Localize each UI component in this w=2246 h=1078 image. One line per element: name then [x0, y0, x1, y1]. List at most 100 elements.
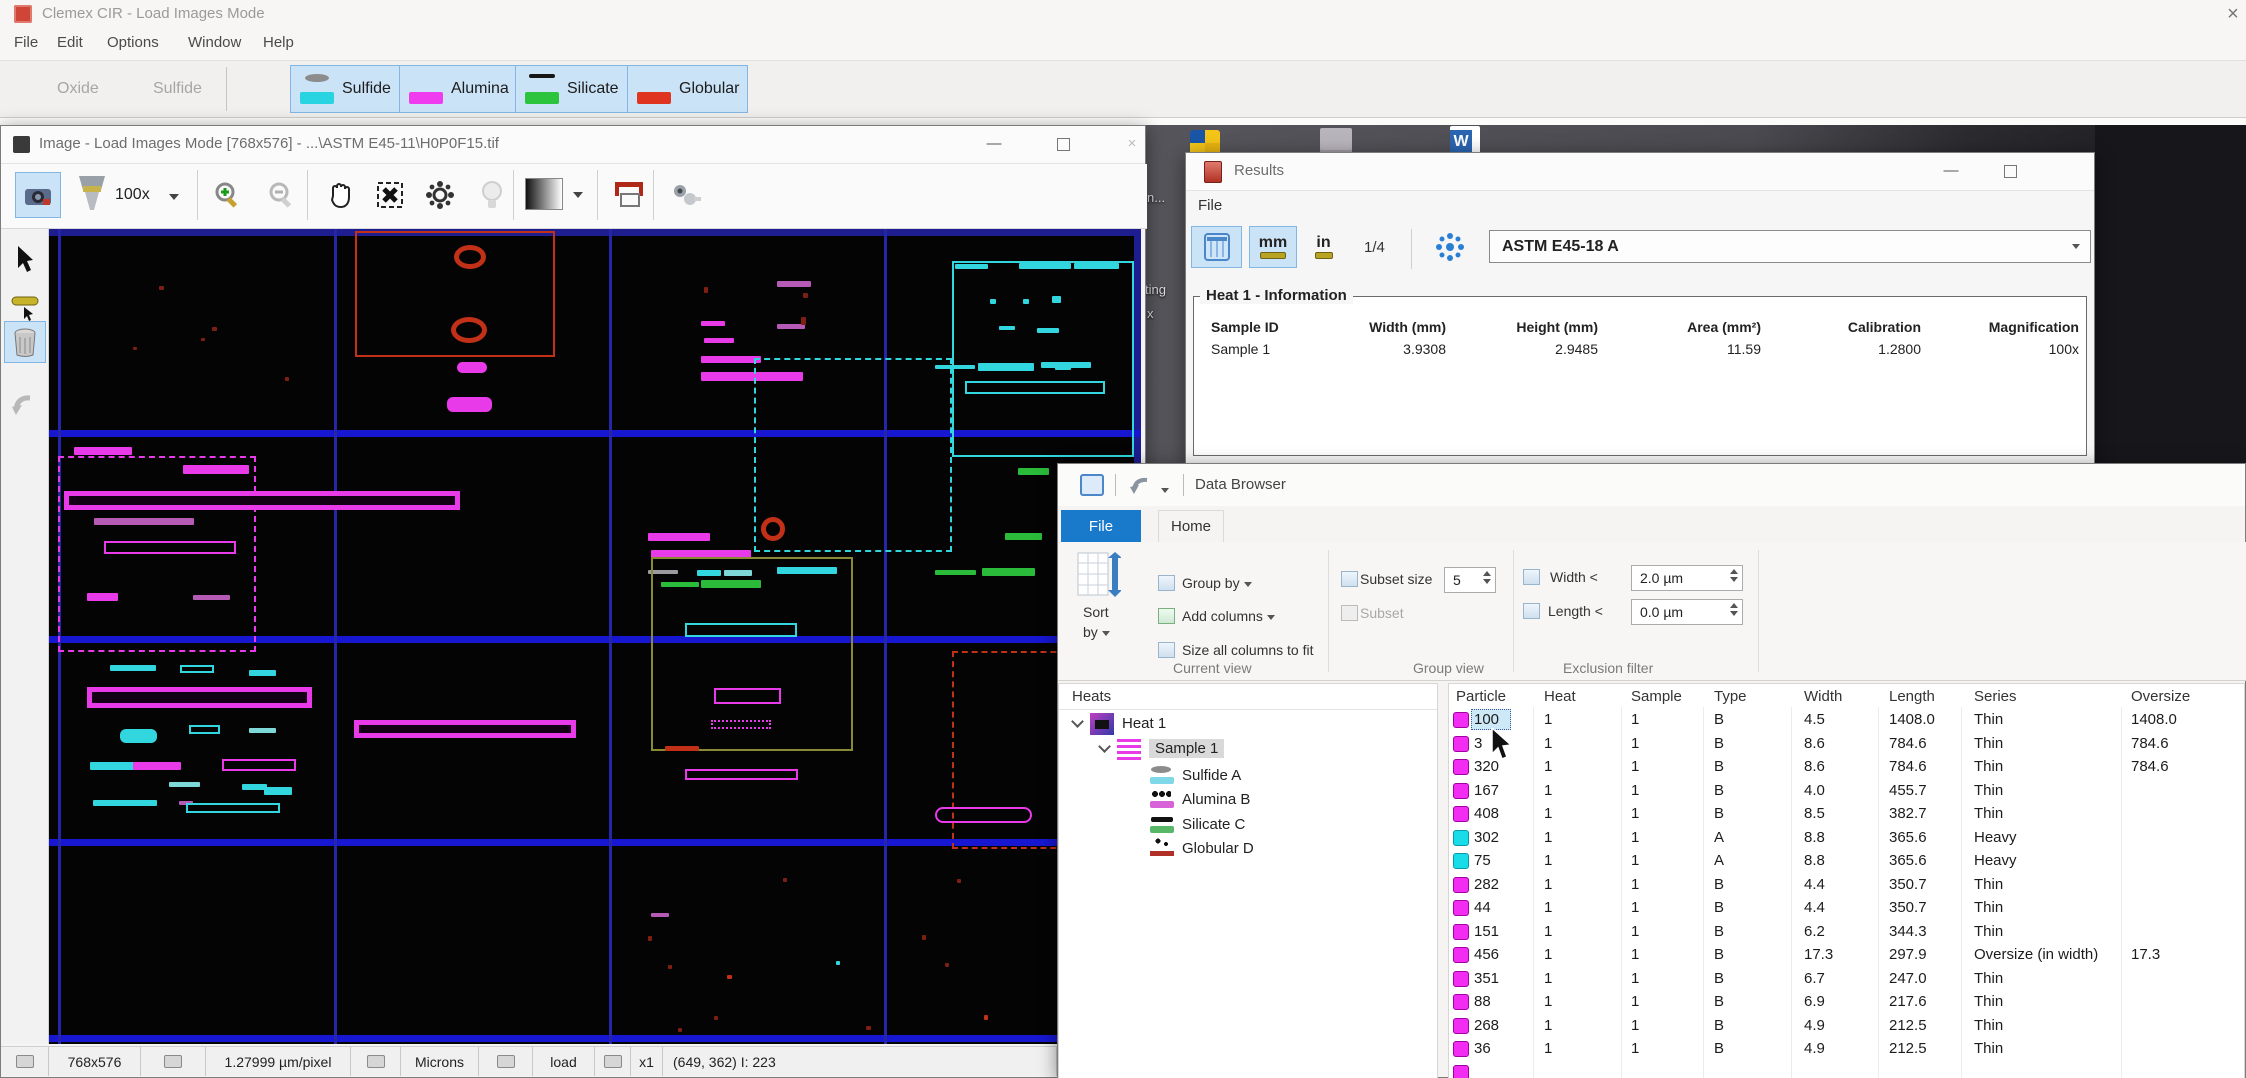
cell-width[interactable]: 8.8 — [1804, 852, 1825, 869]
cell-type[interactable]: B — [1714, 711, 1724, 728]
cell-series[interactable]: Thin — [1974, 758, 2003, 775]
class-button-globular[interactable]: Globular — [627, 65, 748, 113]
cell-width[interactable]: 6.9 — [1804, 993, 1825, 1010]
menu-edit[interactable]: Edit — [57, 34, 83, 51]
class-button-sulfide[interactable]: Sulfide — [290, 65, 400, 113]
column-header-length[interactable]: Length — [1889, 688, 1935, 705]
tab-file[interactable]: File — [1061, 510, 1141, 542]
cell-sample[interactable]: 1 — [1631, 711, 1639, 728]
qat-dropdown[interactable] — [1161, 480, 1169, 498]
spin-down-icon[interactable] — [1730, 577, 1738, 582]
cell-width[interactable]: 4.9 — [1804, 1040, 1825, 1057]
results-file-menu[interactable]: File — [1198, 197, 1222, 214]
report-grid-button[interactable] — [1191, 226, 1242, 268]
cell-sample[interactable]: 1 — [1631, 946, 1639, 963]
group-by-button[interactable]: Group by — [1182, 575, 1252, 591]
minimize-icon[interactable]: — — [981, 136, 1007, 154]
cell-particle[interactable]: 88 — [1474, 993, 1491, 1010]
cell-series[interactable]: Thin — [1974, 993, 2003, 1010]
cell-length[interactable]: 344.3 — [1889, 923, 1927, 940]
spin-up-icon[interactable] — [1730, 569, 1738, 574]
standard-select[interactable]: ASTM E45-18 A — [1489, 230, 2091, 263]
add-columns-button[interactable]: Add columns — [1182, 608, 1275, 624]
cell-length[interactable]: 297.9 — [1889, 946, 1927, 963]
image-canvas[interactable] — [49, 229, 1141, 1044]
cell-width[interactable]: 17.3 — [1804, 946, 1833, 963]
cell-length[interactable]: 212.5 — [1889, 1017, 1927, 1034]
tree-item-sulfide-a[interactable]: Sulfide A — [1060, 763, 1436, 788]
zoom-out-button[interactable] — [259, 172, 305, 218]
cell-heat[interactable]: 1 — [1544, 829, 1552, 846]
cell-width[interactable]: 8.8 — [1804, 829, 1825, 846]
column-header-oversize[interactable]: Oversize — [2131, 688, 2190, 705]
cell-particle[interactable]: 351 — [1474, 970, 1499, 987]
cell-width[interactable]: 8.6 — [1804, 758, 1825, 775]
spin-down-icon[interactable] — [1483, 579, 1491, 584]
column-header-width[interactable]: Width — [1804, 688, 1842, 705]
cell-sample[interactable]: 1 — [1631, 876, 1639, 893]
cell-sample[interactable]: 1 — [1631, 735, 1639, 752]
spin-up-icon[interactable] — [1730, 603, 1738, 608]
tree-item-sample-1[interactable]: Sample 1 — [1060, 736, 1436, 761]
cell-type[interactable]: B — [1714, 946, 1724, 963]
column-header-sample[interactable]: Sample — [1631, 688, 1682, 705]
cell-heat[interactable]: 1 — [1544, 1017, 1552, 1034]
cell-sample[interactable]: 1 — [1631, 993, 1639, 1010]
cell-length[interactable]: 217.6 — [1889, 993, 1927, 1010]
width-filter-input[interactable]: 2.0 µm — [1631, 565, 1743, 591]
cell-length[interactable]: 784.6 — [1889, 735, 1927, 752]
cell-length[interactable]: 350.7 — [1889, 876, 1927, 893]
cell-particle[interactable]: 408 — [1474, 805, 1499, 822]
cell-heat[interactable]: 1 — [1544, 735, 1552, 752]
cell-length[interactable]: 455.7 — [1889, 782, 1927, 799]
cell-type[interactable]: B — [1714, 1017, 1724, 1034]
close-icon[interactable]: × — [1119, 136, 1145, 154]
cell-length[interactable]: 1408.0 — [1889, 711, 1935, 728]
undo-button[interactable] — [1128, 472, 1154, 501]
cell-width[interactable]: 4.4 — [1804, 899, 1825, 916]
cell-series[interactable]: Thin — [1974, 782, 2003, 799]
cell-length[interactable]: 365.6 — [1889, 852, 1927, 869]
cell-length[interactable]: 365.6 — [1889, 829, 1927, 846]
cell-length[interactable]: 784.6 — [1889, 758, 1927, 775]
cell-particle[interactable]: 302 — [1474, 829, 1499, 846]
zoom-in-button[interactable] — [205, 172, 251, 218]
cell-sample[interactable]: 1 — [1631, 899, 1639, 916]
cell-heat[interactable]: 1 — [1544, 782, 1552, 799]
tree-item-globular-d[interactable]: Globular D — [1060, 836, 1436, 861]
spin-up-icon[interactable] — [1483, 571, 1491, 576]
cell-heat[interactable]: 1 — [1544, 899, 1552, 916]
cell-series[interactable]: Thin — [1974, 805, 2003, 822]
cell-heat[interactable]: 1 — [1544, 852, 1552, 869]
cell-sample[interactable]: 1 — [1631, 970, 1639, 987]
chart-view-button[interactable] — [238, 65, 284, 113]
cell-heat[interactable]: 1 — [1544, 946, 1552, 963]
cell-type[interactable]: B — [1714, 899, 1724, 916]
column-header-series[interactable]: Series — [1974, 688, 2017, 705]
cell-heat[interactable]: 1 — [1544, 758, 1552, 775]
cell-heat[interactable]: 1 — [1544, 805, 1552, 822]
tree-item-alumina-b[interactable]: Alumina B — [1060, 787, 1436, 812]
menu-options[interactable]: Options — [107, 34, 159, 51]
cell-type[interactable]: A — [1714, 829, 1724, 846]
cell-sample[interactable]: 1 — [1631, 923, 1639, 940]
maximize-icon[interactable] — [1057, 138, 1070, 151]
pan-tool-button[interactable] — [317, 172, 363, 218]
copy-settings-button[interactable] — [663, 172, 709, 218]
subset-size-input[interactable]: 5 — [1444, 567, 1496, 593]
toolbar-sulfide-button[interactable]: Sulfide — [112, 65, 210, 113]
cell-sample[interactable]: 1 — [1631, 758, 1639, 775]
chevron-down-icon[interactable] — [1071, 715, 1084, 728]
cell-particle[interactable]: 167 — [1474, 782, 1499, 799]
cell-sample[interactable]: 1 — [1631, 852, 1639, 869]
cell-type[interactable]: B — [1714, 735, 1724, 752]
cell-width[interactable]: 4.4 — [1804, 876, 1825, 893]
cell-width[interactable]: 6.7 — [1804, 970, 1825, 987]
cell-length[interactable]: 350.7 — [1889, 899, 1927, 916]
menu-help[interactable]: Help — [263, 34, 294, 51]
tab-home[interactable]: Home — [1158, 510, 1224, 542]
measure-tool-button[interactable] — [607, 172, 653, 218]
process-button[interactable] — [417, 172, 463, 218]
cell-particle[interactable]: 36 — [1474, 1040, 1491, 1057]
cell-sample[interactable]: 1 — [1631, 1017, 1639, 1034]
